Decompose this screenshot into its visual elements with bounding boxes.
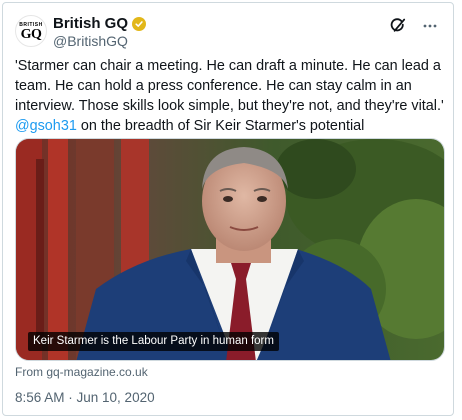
top-icons bbox=[389, 17, 439, 35]
media-caption: Keir Starmer is the Labour Party in huma… bbox=[28, 332, 279, 351]
tweet-text: 'Starmer can chair a meeting. He can dra… bbox=[15, 56, 445, 136]
avatar[interactable]: BRITISH GQ bbox=[15, 15, 47, 47]
source-link[interactable]: From gq-magazine.co.uk bbox=[15, 365, 148, 379]
grok-icon[interactable] bbox=[389, 17, 407, 35]
avatar-big-text: GQ bbox=[20, 26, 42, 42]
tweet-text-tail: on the breadth of Sir Keir Starmer's pot… bbox=[76, 118, 365, 134]
verified-icon[interactable] bbox=[132, 17, 147, 31]
tweet-text-body: 'Starmer can chair a meeting. He can dra… bbox=[15, 58, 444, 114]
handle[interactable]: @BritishGQ bbox=[53, 33, 128, 50]
display-name[interactable]: British GQ bbox=[53, 15, 128, 33]
more-icon[interactable] bbox=[421, 17, 439, 35]
name-row: British GQ bbox=[53, 15, 147, 33]
mention-link[interactable]: @gsoh31 bbox=[15, 118, 77, 134]
photo-illustration bbox=[16, 139, 444, 360]
tweet-card: BRITISH GQ British GQ @BritishGQ 'Starme… bbox=[2, 2, 454, 416]
media-image[interactable]: Keir Starmer is the Labour Party in huma… bbox=[15, 138, 445, 361]
timestamp[interactable]: 8:56 AM · Jun 10, 2020 bbox=[15, 389, 155, 406]
